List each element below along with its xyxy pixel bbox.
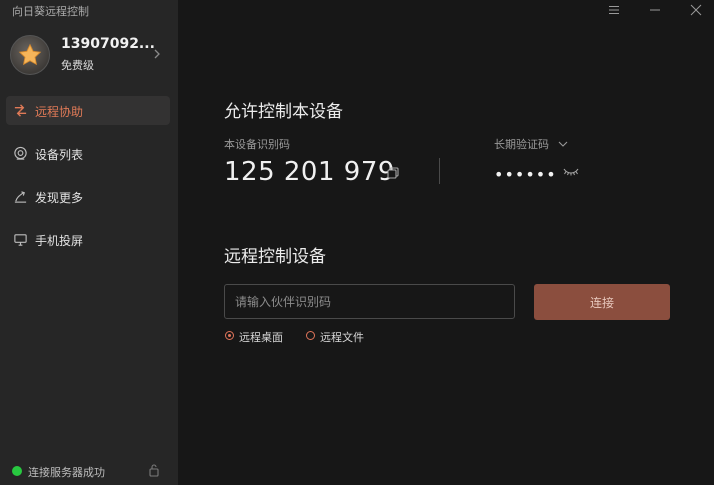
- minimize-button[interactable]: [641, 0, 669, 20]
- profile-card[interactable]: 13907092... 免费级: [10, 35, 168, 75]
- close-button[interactable]: [682, 0, 710, 20]
- star-icon: [18, 43, 42, 66]
- discover-icon: [14, 191, 27, 203]
- menu-button[interactable]: [600, 0, 628, 20]
- copy-icon[interactable]: [386, 166, 400, 180]
- verification-code: ••••••: [494, 165, 557, 184]
- radio-checked-icon: [225, 331, 234, 340]
- status-text: 连接服务器成功: [28, 466, 105, 479]
- partner-id-input[interactable]: [224, 284, 515, 319]
- app-title: 向日葵远程控制: [12, 5, 89, 18]
- sidebar-item-label: 设备列表: [35, 148, 84, 162]
- sidebar-item-label: 手机投屏: [35, 234, 84, 248]
- menu-icon: [609, 6, 619, 14]
- sidebar-item-label: 发现更多: [35, 191, 84, 205]
- sidebar-item-label: 远程协助: [35, 105, 84, 119]
- remote-assist-icon: [14, 104, 27, 117]
- device-id: 125 201 979: [224, 157, 395, 187]
- remote-control-title: 远程控制设备: [224, 247, 326, 267]
- device-list-icon: [14, 146, 27, 160]
- radio-unchecked-icon: [306, 331, 315, 340]
- account-tier: 免费级: [61, 59, 94, 72]
- status-dot: [12, 466, 22, 476]
- allow-control-title: 允许控制本设备: [224, 102, 343, 122]
- username: 13907092...: [61, 36, 155, 52]
- sidebar-item-device-list[interactable]: 设备列表: [6, 139, 170, 168]
- minimize-icon: [650, 9, 660, 11]
- verification-code-dropdown[interactable]: 长期验证码: [494, 136, 549, 152]
- divider: [439, 158, 440, 184]
- lock-icon[interactable]: [148, 463, 160, 477]
- eye-closed-icon[interactable]: [563, 167, 579, 177]
- sidebar: 向日葵远程控制 13907092... 免费级 远程协助 设备列表 发现更多 手…: [0, 0, 178, 485]
- avatar: [10, 35, 50, 75]
- sidebar-item-discover[interactable]: 发现更多: [6, 182, 170, 211]
- device-id-label: 本设备识别码: [224, 138, 290, 151]
- chevron-down-icon: [558, 141, 568, 147]
- close-icon: [690, 4, 702, 16]
- radio-label: 远程桌面: [239, 331, 283, 344]
- screen-cast-icon: [14, 234, 27, 246]
- chevron-right-icon: [154, 49, 160, 59]
- radio-label: 远程文件: [320, 331, 364, 344]
- sidebar-item-screen-cast[interactable]: 手机投屏: [6, 225, 170, 254]
- sidebar-item-remote-assist[interactable]: 远程协助: [6, 96, 170, 125]
- connect-button[interactable]: 连接: [534, 284, 670, 320]
